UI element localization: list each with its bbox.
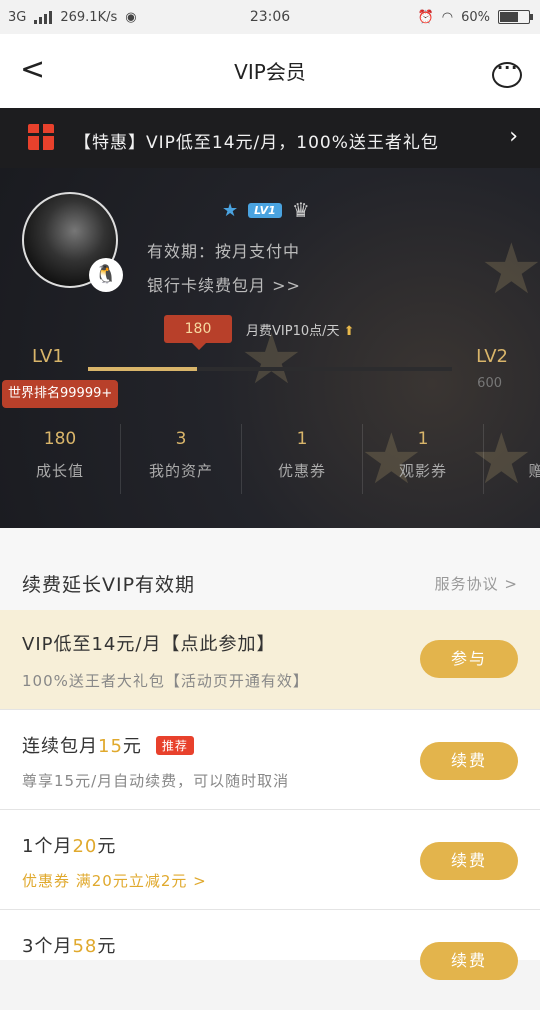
renew-header: 续费延长VIP有效期 服务协议 > bbox=[0, 528, 540, 610]
item-title-prefix: 1个月 bbox=[22, 836, 73, 857]
stat-label: 观影券 bbox=[398, 462, 447, 480]
item-title: VIP低至14元/月【点此参加】 bbox=[22, 634, 276, 655]
promo-text: 【特惠】VIP低至14元/月，100%送王者礼包 bbox=[74, 133, 439, 153]
gift-icon bbox=[28, 124, 54, 150]
stat-label: 优惠券 bbox=[277, 462, 326, 480]
item-title: 3个月58元 bbox=[22, 932, 116, 958]
validity-text: 有效期：按月支付中 bbox=[147, 242, 301, 261]
item-price: 58 bbox=[72, 936, 98, 957]
item-title-prefix: 连续包月 bbox=[22, 736, 98, 757]
service-agreement-link[interactable]: 服务协议 > bbox=[435, 573, 518, 594]
renew-button[interactable]: 续费 bbox=[420, 842, 518, 880]
recommend-tag: 推荐 bbox=[155, 736, 194, 755]
renew-item-1month: 1个月20元 优惠券 满20元立减2元 > 续费 bbox=[0, 810, 540, 910]
item-title-suffix: 元 bbox=[97, 836, 117, 857]
stat-movie-tickets[interactable]: 1 观影券 bbox=[363, 424, 484, 494]
renew-item-3month: 3个月58元 续费 bbox=[0, 910, 540, 1010]
item-title: 1个月20元 bbox=[22, 832, 116, 858]
renew-button[interactable]: 续费 bbox=[420, 742, 518, 780]
level-badges: ★ LV1 ♛ bbox=[222, 198, 310, 222]
renew-item-auto: 连续包月15元 推荐 尊享15元/月自动续费，可以随时取消 续费 bbox=[0, 710, 540, 810]
wifi-icon: ◠ bbox=[441, 9, 454, 25]
stats-row: 180 成长值 3 我的资产 1 优惠券 1 观影券 赠片 bbox=[0, 424, 540, 494]
nav-bar: < VIP会员 bbox=[0, 34, 540, 108]
promo-banner[interactable]: 【特惠】VIP低至14元/月，100%送王者礼包 › bbox=[0, 108, 540, 168]
diamond-icon: ★ bbox=[222, 199, 239, 221]
item-title: 连续包月15元 推荐 bbox=[22, 732, 194, 758]
item-title-suffix: 元 bbox=[97, 936, 117, 957]
level-progress-fill bbox=[88, 367, 198, 371]
renew-button[interactable]: 续费 bbox=[420, 942, 518, 980]
stat-value: 3 bbox=[175, 429, 187, 449]
battery-percent: 60% bbox=[461, 9, 490, 25]
stat-growth[interactable]: 180 成长值 bbox=[0, 424, 121, 494]
page-title: VIP会员 bbox=[234, 60, 306, 84]
join-button[interactable]: 参与 bbox=[420, 640, 518, 678]
battery-icon bbox=[498, 10, 533, 24]
stat-value bbox=[484, 424, 540, 454]
monthly-gain-text: 月费VIP10点/天 bbox=[246, 324, 340, 339]
coupon-link[interactable]: 优惠券 满20元立减2元 > bbox=[22, 870, 207, 891]
renew-section: 续费延长VIP有效期 服务协议 > VIP低至14元/月【点此参加】 100%送… bbox=[0, 528, 540, 980]
points-bubble: 180 bbox=[164, 315, 232, 350]
qq-icon: 🐧 bbox=[89, 258, 123, 292]
item-subtitle: 100%送王者大礼包【活动页开通有效】 bbox=[22, 672, 309, 690]
level-from: LV1 bbox=[32, 346, 64, 367]
vip-profile-card: ★ ★ ★ ★ 🐧 ★ LV1 ♛ 有效期：按月支付中 银行卡续费包月 >> 1… bbox=[0, 168, 540, 528]
item-subtitle: 尊享15元/月自动续费，可以随时取消 bbox=[22, 772, 290, 790]
level-badge: LV1 bbox=[248, 202, 282, 218]
star-decoration-icon: ★ bbox=[480, 228, 540, 310]
crown-icon: ♛ bbox=[291, 198, 310, 222]
arrow-up-icon: ⬆ bbox=[343, 324, 355, 339]
message-icon[interactable] bbox=[492, 58, 522, 88]
bank-renew-link[interactable]: 银行卡续费包月 >> bbox=[147, 272, 301, 296]
rank-tag: 世界排名99999+ bbox=[2, 380, 119, 408]
alarm-icon: ⏰ bbox=[417, 9, 434, 25]
stat-label: 成长值 bbox=[35, 462, 84, 480]
stat-assets[interactable]: 3 我的资产 bbox=[121, 424, 242, 494]
renew-title: 续费延长VIP有效期 bbox=[22, 574, 196, 596]
chevron-right-icon: › bbox=[509, 124, 518, 149]
monthly-gain: 月费VIP10点/天 ⬆ bbox=[246, 320, 355, 339]
stat-label: 我的资产 bbox=[148, 462, 213, 480]
stat-coupons[interactable]: 1 优惠券 bbox=[242, 424, 363, 494]
stat-value: 1 bbox=[296, 429, 308, 449]
renew-item-promo: VIP低至14元/月【点此参加】 100%送王者大礼包【活动页开通有效】 参与 bbox=[0, 610, 540, 710]
item-price: 20 bbox=[72, 836, 98, 857]
item-price: 15 bbox=[98, 736, 123, 757]
item-title-prefix: 3个月 bbox=[22, 936, 73, 957]
level-progress-bar bbox=[88, 367, 452, 371]
stat-value: 180 bbox=[43, 429, 77, 449]
level-to: LV2 bbox=[476, 346, 508, 367]
status-bar: 3G 269.1K/s ◉ 23:06 ⏰ ◠ 60% bbox=[0, 0, 540, 34]
stat-value: 1 bbox=[417, 429, 429, 449]
stat-gift[interactable]: 赠片 bbox=[484, 424, 540, 494]
stat-label: 赠片 bbox=[528, 462, 540, 480]
item-title-suffix: 元 bbox=[122, 736, 142, 757]
level-to-value: 600 bbox=[477, 376, 502, 391]
